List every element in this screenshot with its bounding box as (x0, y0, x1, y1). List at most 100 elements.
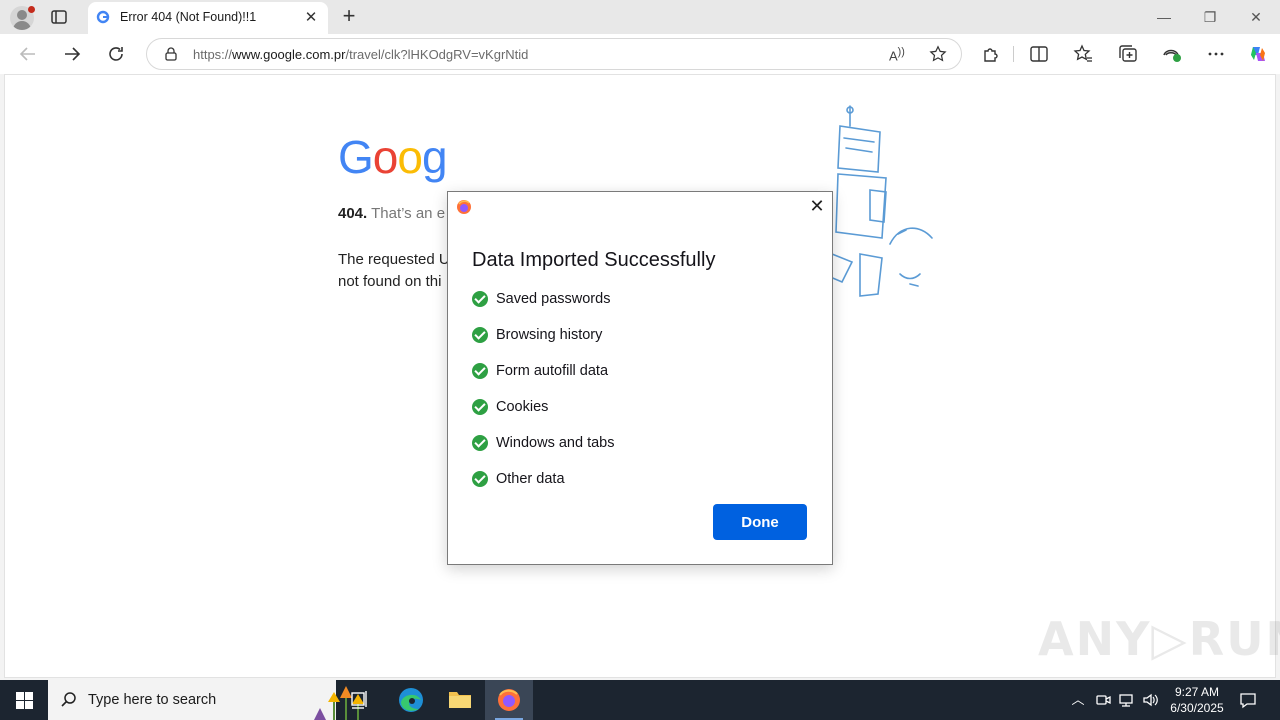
dialog-title: Data Imported Successfully (472, 249, 716, 271)
new-tab-icon[interactable]: + (338, 5, 360, 28)
address-bar[interactable]: https://www.google.com.pr/travel/clk?lHK… (146, 38, 962, 70)
tab-actions-icon[interactable] (50, 8, 68, 26)
imported-item-label: Other data (496, 471, 565, 487)
forward-arrow-svg (65, 47, 81, 61)
error-message-line: The requested U (338, 251, 450, 268)
file-explorer-taskbar-icon[interactable] (436, 680, 484, 720)
favorite-star-icon[interactable] (929, 45, 947, 63)
error-code: 404. (338, 205, 368, 222)
url-scheme: https:// (193, 47, 233, 62)
check-circle-icon (472, 291, 488, 307)
minimize-icon[interactable]: — (1153, 6, 1175, 28)
browser-toolbar: https://www.google.com.pr/travel/clk?lHK… (0, 34, 1280, 74)
forward-arrow-icon[interactable] (61, 43, 83, 65)
url-text[interactable]: https://www.google.com.pr/travel/clk?lHK… (193, 47, 528, 62)
avatar-shoulder (13, 21, 31, 30)
browser-essentials-svg (1163, 49, 1181, 62)
extensions-icon[interactable] (980, 43, 1002, 65)
volume-icon[interactable] (1140, 690, 1160, 710)
clock-date: 6/30/2025 (1170, 701, 1224, 715)
logo-letter: G (338, 131, 374, 183)
show-hidden-icons-chevron-icon[interactable]: ︿ (1068, 690, 1088, 710)
anyrun-watermark: ANY▷RUN (1038, 612, 1280, 666)
network-icon[interactable] (1116, 690, 1136, 710)
dialog-close-icon[interactable]: ✕ (808, 197, 826, 215)
tab-close-icon[interactable]: ✕ (302, 9, 320, 27)
google-logo: Goog (338, 130, 448, 184)
error-headline: 404. That’s an e (338, 205, 445, 222)
url-path: /travel/clk?lHKOdgRV=vKgrNtid (345, 47, 529, 62)
check-circle-icon (472, 471, 488, 487)
lock-icon[interactable] (163, 46, 179, 62)
tab-actions-svg (51, 10, 67, 24)
taskbar-search-box[interactable]: Type here to search (48, 680, 364, 720)
back-arrow-icon[interactable] (17, 43, 39, 65)
folder-svg (449, 692, 471, 708)
active-tab[interactable]: Error 404 (Not Found)!!1 ✕ (88, 2, 328, 34)
split-screen-svg (1030, 46, 1048, 62)
windows-logo-icon (16, 701, 24, 709)
profile-notification-dot (28, 6, 35, 13)
edge-taskbar-icon[interactable] (387, 680, 435, 720)
copilot-svg (1251, 47, 1265, 61)
done-button[interactable]: Done (713, 504, 807, 540)
windows-logo-icon (16, 692, 24, 700)
tab-strip: Error 404 (Not Found)!!1 ✕ + — ❐ ✕ (0, 0, 1280, 34)
logo-letter: o (397, 131, 423, 183)
tab-title: Error 404 (Not Found)!!1 (120, 10, 257, 24)
windows-logo-icon (25, 701, 33, 709)
check-circle-icon (472, 363, 488, 379)
extensions-svg (984, 48, 998, 62)
avatar-head (17, 10, 27, 20)
meet-now-svg (1096, 695, 1111, 705)
broken-robot-illustration (827, 105, 933, 297)
more-menu-svg (1208, 52, 1224, 56)
clock-time: 9:27 AM (1174, 685, 1220, 699)
logo-letter: o (372, 131, 399, 183)
error-message: The requested U not found on thi (338, 249, 450, 293)
import-success-dialog: ✕ Data Imported Successfully Saved passw… (447, 191, 833, 565)
back-arrow-svg (19, 47, 35, 61)
refresh-icon[interactable] (105, 43, 127, 65)
task-view-icon[interactable] (336, 680, 384, 720)
volume-svg (1143, 693, 1158, 707)
check-circle-icon (472, 399, 488, 415)
collections-svg (1119, 45, 1137, 62)
notifications-icon[interactable] (1238, 690, 1258, 710)
imported-item-label: Cookies (496, 399, 549, 415)
collections-icon[interactable] (1117, 43, 1139, 65)
notifications-svg (1240, 693, 1256, 709)
network-svg (1119, 694, 1133, 707)
error-headline-text: That’s an e (367, 205, 446, 222)
split-screen-icon[interactable] (1028, 43, 1050, 65)
imported-item-label: Saved passwords (496, 291, 611, 307)
meet-now-icon[interactable] (1093, 690, 1113, 710)
search-icon (61, 692, 76, 707)
system-clock[interactable]: 9:27 AM 6/30/2025 (1160, 684, 1234, 716)
task-view-svg (351, 691, 367, 709)
imported-item-label: Browsing history (496, 327, 603, 343)
refresh-svg (109, 47, 123, 61)
logo-letter: g (421, 131, 448, 183)
window-close-icon[interactable]: ✕ (1245, 6, 1267, 28)
start-button[interactable] (0, 680, 48, 720)
error-message-line: not found on thi (338, 273, 442, 290)
favorites-icon[interactable] (1072, 43, 1094, 65)
windows-logo-icon (25, 692, 33, 700)
restore-icon[interactable]: ❐ (1199, 6, 1221, 28)
search-placeholder: Type here to search (88, 692, 217, 708)
toolbar-separator (1013, 46, 1014, 62)
favorites-svg (1073, 44, 1092, 62)
browser-essentials-icon[interactable] (1161, 43, 1183, 65)
read-aloud-icon[interactable]: A)) (889, 46, 907, 64)
google-favicon-icon (96, 10, 110, 24)
check-circle-icon (472, 435, 488, 451)
imported-item-label: Form autofill data (496, 363, 609, 379)
more-menu-icon[interactable] (1205, 43, 1227, 65)
copilot-icon[interactable] (1247, 43, 1269, 65)
url-host: www.google.com.pr (232, 47, 346, 62)
firefox-logo-svg (498, 689, 520, 711)
firefox-icon (457, 200, 471, 214)
edge-logo-svg (399, 688, 423, 712)
firefox-taskbar-icon[interactable] (485, 680, 533, 720)
